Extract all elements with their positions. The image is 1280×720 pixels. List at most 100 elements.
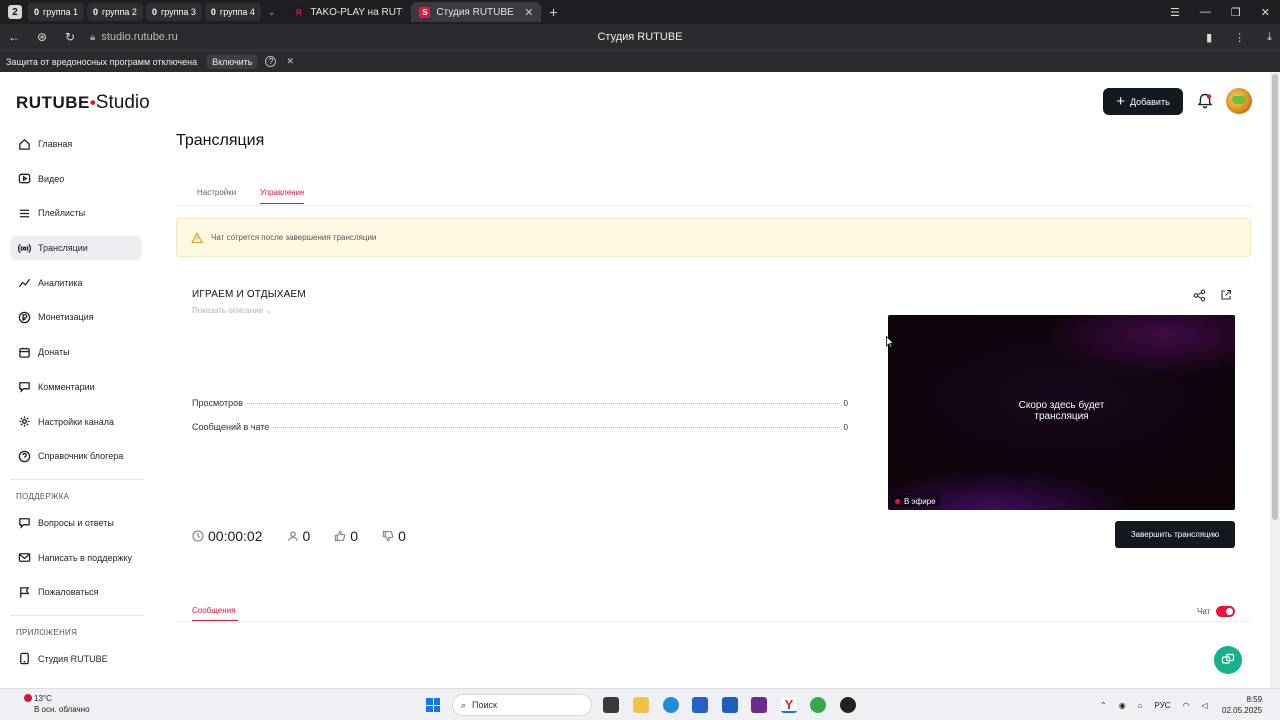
bookmark-icon[interactable]: ▮ bbox=[1206, 31, 1212, 44]
url-field[interactable]: studio.rutube.ru bbox=[101, 31, 177, 43]
sidebar-item-analytics[interactable]: Аналитика bbox=[10, 271, 142, 295]
protect-icon[interactable]: ⊛ bbox=[28, 30, 56, 44]
rutube-favicon-icon: R bbox=[293, 6, 305, 18]
obs-icon[interactable] bbox=[840, 697, 856, 713]
language-indicator[interactable]: РУС bbox=[1155, 701, 1171, 710]
help-circle-icon bbox=[17, 449, 31, 463]
sidebar-item-studio-app[interactable]: Студия RUTUBE bbox=[10, 647, 142, 671]
browser-tab-rutube[interactable]: R TAKO-PLAY на RUTUBE: 2 bbox=[285, 2, 411, 22]
apps-section-title: ПРИЛОЖЕНИЯ bbox=[16, 627, 78, 637]
sidebar-item-blogger-guide[interactable]: Справочник блогера bbox=[10, 444, 142, 468]
messages-card: Сообщения Чат bbox=[176, 576, 1251, 688]
browser-tab-studio[interactable]: S Студия RUTUBE ✕ bbox=[411, 2, 542, 22]
sidebar-divider-2 bbox=[10, 614, 144, 616]
sidebar-item-donations[interactable]: Донаты bbox=[10, 340, 142, 364]
tab-messages[interactable]: Сообщения bbox=[192, 606, 235, 615]
game-app-icon[interactable] bbox=[751, 697, 767, 713]
volume-icon[interactable]: ◁ bbox=[1202, 701, 1208, 710]
show-description-link[interactable]: Показать описание ⌄ bbox=[192, 306, 272, 315]
tab-settings[interactable]: Настройки bbox=[197, 188, 236, 197]
wifi-icon[interactable]: ◠ bbox=[1183, 701, 1190, 710]
back-arrow-icon[interactable]: ← bbox=[0, 30, 28, 44]
user-icon bbox=[287, 531, 298, 542]
sidebar-item-comments[interactable]: Комментарии bbox=[10, 375, 142, 399]
clock-icon bbox=[192, 530, 204, 542]
end-stream-button[interactable]: Завершить трансляцию bbox=[1115, 521, 1235, 548]
external-link-icon[interactable] bbox=[1220, 289, 1232, 301]
sidebar-item-home[interactable]: Главная bbox=[10, 132, 142, 156]
support-chat-button[interactable] bbox=[1214, 646, 1242, 674]
avatar[interactable] bbox=[1226, 88, 1252, 114]
restore-icon[interactable]: ❐ bbox=[1231, 6, 1241, 19]
page-scrollbar[interactable] bbox=[1270, 72, 1280, 688]
network-icon[interactable]: ⌂ bbox=[1138, 701, 1143, 710]
mail-icon bbox=[17, 551, 31, 565]
search-icon: ⌕ bbox=[461, 699, 467, 710]
sidebar-item-channel-settings[interactable]: Настройки канала bbox=[10, 410, 142, 434]
sidebar-divider bbox=[10, 478, 144, 480]
live-badge: В эфире bbox=[891, 495, 940, 507]
scrollbar-thumb[interactable] bbox=[1272, 74, 1278, 520]
chevron-down-icon[interactable]: ⌄ bbox=[268, 7, 276, 18]
support-section-title: ПОДДЕРЖКА bbox=[16, 491, 70, 501]
donate-icon bbox=[17, 345, 31, 359]
notification-dot-icon bbox=[24, 694, 32, 702]
comments-icon bbox=[17, 380, 31, 394]
help-icon[interactable]: ? bbox=[265, 56, 277, 67]
tab-group-2[interactable]: 0 группа 2 bbox=[86, 3, 143, 21]
download-icon[interactable]: ⤓ bbox=[1267, 31, 1272, 44]
torrent-icon[interactable] bbox=[810, 697, 826, 713]
yandex-browser-icon[interactable]: Y bbox=[781, 697, 797, 713]
sidebar-item-video[interactable]: Видео bbox=[10, 167, 142, 191]
sidebar-item-faq[interactable]: Вопросы и ответы bbox=[10, 511, 142, 535]
new-tab-plus-icon[interactable]: + bbox=[549, 4, 557, 20]
stat-chat-messages: Сообщений в чате 0 bbox=[192, 422, 848, 432]
lock-icon[interactable]: 🔒︎ bbox=[90, 32, 95, 43]
bell-icon[interactable] bbox=[1196, 92, 1214, 110]
share-icon[interactable] bbox=[1193, 289, 1206, 302]
windows-taskbar: 13°C В осн. облачно ⌕ Поиск Y ⌃ ◉ ⌂ РУС … bbox=[0, 688, 1280, 720]
weather-widget[interactable]: 13°C В осн. облачно bbox=[14, 693, 90, 715]
windows-start-icon[interactable] bbox=[426, 698, 440, 712]
protection-enable-button[interactable]: Включить bbox=[207, 54, 258, 69]
stream-preview[interactable]: Скоро здесь будет трансляция В эфире bbox=[888, 315, 1235, 510]
chat-toggle-label: Чат bbox=[1197, 607, 1211, 616]
tab-management[interactable]: Управление bbox=[260, 188, 305, 204]
tab-group-1[interactable]: 0 группа 1 bbox=[28, 3, 84, 21]
close-notice-icon[interactable]: ✕ bbox=[286, 56, 294, 67]
faq-icon bbox=[17, 516, 31, 530]
menu-icon[interactable]: ☰ bbox=[1170, 6, 1180, 19]
page-tabs: Настройки Управление bbox=[176, 180, 1251, 206]
edge-icon[interactable] bbox=[663, 697, 679, 713]
taskbar-clock[interactable]: 8:59 02.05.2025 bbox=[1222, 694, 1262, 716]
close-tab-icon[interactable]: ✕ bbox=[524, 6, 533, 19]
sidebar-item-playlists[interactable]: Плейлисты bbox=[10, 201, 142, 225]
task-view-icon[interactable] bbox=[603, 697, 619, 713]
sidebar-item-write-support[interactable]: Написать в поддержку bbox=[10, 546, 142, 570]
taskbar-search[interactable]: ⌕ Поиск bbox=[452, 694, 592, 716]
sidebar-item-monetization[interactable]: Монетизация bbox=[10, 305, 142, 329]
outlook-icon[interactable] bbox=[722, 697, 738, 713]
sidebar-item-report[interactable]: Пожаловаться bbox=[10, 580, 142, 604]
warning-icon bbox=[191, 231, 203, 243]
stream-card: ИГРАЕМ И ОТДЫХАЕМ Показать описание ⌄ Пр… bbox=[176, 272, 1251, 562]
tab-group-3[interactable]: 0 группа 3 bbox=[145, 3, 202, 21]
close-window-icon[interactable]: ✕ bbox=[1261, 6, 1270, 19]
store-icon[interactable] bbox=[692, 697, 708, 713]
studio-favicon-icon: S bbox=[419, 6, 431, 18]
tab-group-4[interactable]: 0 группа 4 bbox=[204, 3, 261, 21]
more-vertical-icon[interactable]: ⋮ bbox=[1234, 31, 1245, 44]
rutube-studio-logo[interactable]: RUTUBE • Studio bbox=[16, 92, 150, 114]
file-explorer-icon[interactable] bbox=[633, 697, 649, 713]
broadcast-icon bbox=[17, 241, 31, 255]
sidebar-item-broadcasts[interactable]: Трансляции bbox=[10, 236, 142, 261]
likes-count: 0 bbox=[334, 528, 358, 544]
chat-toggle[interactable] bbox=[1216, 606, 1235, 617]
reload-icon[interactable]: ↻ bbox=[56, 30, 84, 44]
add-button[interactable]: + Добавить bbox=[1103, 88, 1183, 115]
chevron-up-icon[interactable]: ⌃ bbox=[1100, 701, 1107, 710]
tab-counter[interactable]: 2 bbox=[8, 5, 22, 19]
minimize-icon[interactable]: — bbox=[1200, 6, 1211, 18]
antivirus-icon[interactable]: ◉ bbox=[1119, 701, 1126, 710]
home-icon bbox=[17, 137, 31, 151]
